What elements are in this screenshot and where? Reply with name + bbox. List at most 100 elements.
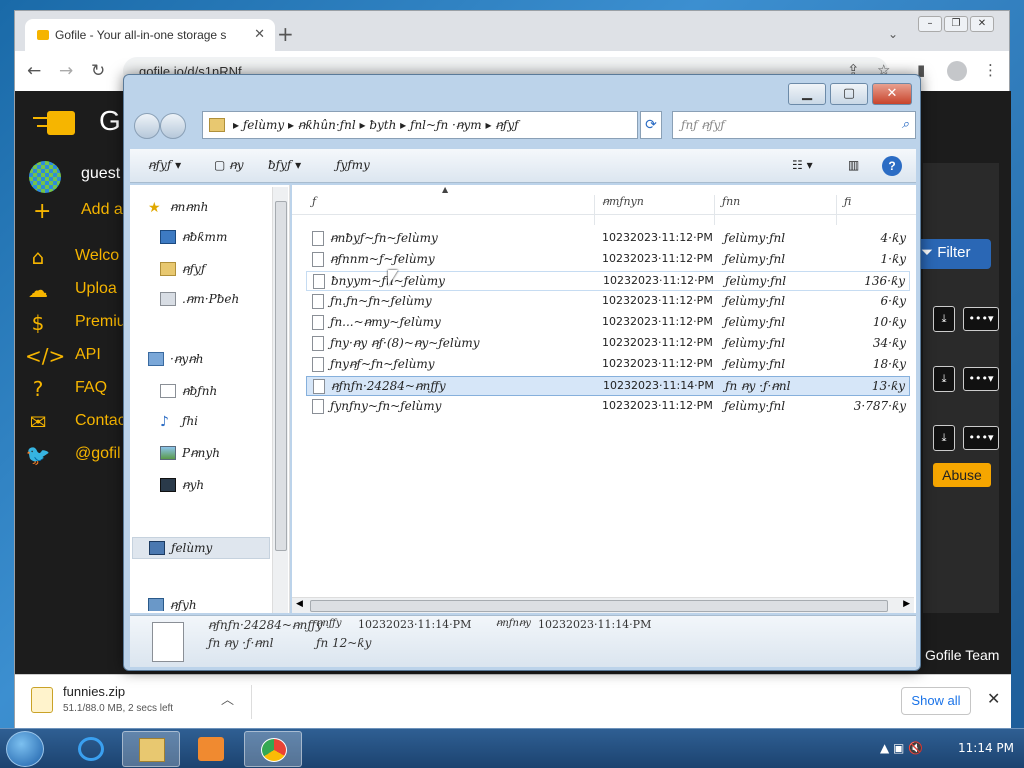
column-headers: ƒ ▲ ꞥmƒnyn ƒnn ƒi [292, 185, 916, 225]
breadcrumb[interactable]: ▸ ƒelùmy ▸ ꞥƙhûn·ƒnl ▸ ƀyth ▸ ƒnl~ƒn ·ꞥy… [202, 111, 638, 139]
filter-button[interactable]: ⏷ Filter [915, 239, 991, 269]
download-file-icon[interactable]: ⤓ [933, 366, 955, 392]
file-row[interactable]: ƒn...~ꞥmy~ƒelùmy 10232023·11:12·PM ƒelùmy·… [306, 313, 910, 333]
taskbar-media-player[interactable] [182, 731, 240, 767]
minimize-icon[interactable]: ▁ [788, 83, 826, 105]
file-name: ƒny·ꞥy ꞥƒ·(8)~ꞥy~ƒelùmy [330, 336, 480, 350]
sidebar-item-upload[interactable]: ☁ Uploa [15, 278, 135, 308]
file-row[interactable]: ƒn.ƒn~ƒn~ƒelùmy 10232023·11:12·PM ƒelùmy·ƒ… [306, 292, 910, 312]
sidebar-item-premium[interactable]: $ Premiu [15, 311, 135, 341]
nav-computer[interactable]: ƒelùmy [132, 537, 270, 559]
download-filename[interactable]: funnies.zip [63, 684, 125, 699]
library-icon [148, 352, 164, 366]
reload-icon[interactable]: ↻ [91, 61, 105, 81]
scroll-left-icon[interactable]: ◀ [296, 599, 303, 609]
start-button[interactable] [6, 731, 44, 767]
sidebar-item-api[interactable]: </> API [15, 344, 135, 374]
forward-icon[interactable]: → [59, 61, 73, 81]
column-date[interactable]: ꞥmƒnyn [602, 195, 644, 208]
chevron-up-icon[interactable]: ︿ [221, 689, 234, 708]
help-icon[interactable]: ? [882, 156, 902, 176]
scroll-right-icon[interactable]: ▶ [903, 599, 910, 609]
command-bar: ꞥƒyƒ ▾ ▢ ꞥy ƀƒyƒ ▾ ƒyƒmy ☷ ▾ ▥ ? [130, 149, 916, 183]
add-account-link[interactable]: Add a [81, 201, 123, 219]
taskbar-explorer[interactable] [122, 731, 180, 767]
breadcrumb-item[interactable]: ƀyth [369, 118, 396, 132]
download-file-icon[interactable]: ⤓ [933, 425, 955, 451]
organize-menu[interactable]: ꞥƒyƒ ▾ [148, 158, 181, 172]
sidebar-item-twitter[interactable]: 🐦 @gofil [15, 443, 135, 473]
column-size[interactable]: ƒi [844, 195, 851, 208]
nav-network[interactable]: ꞥƒyh [144, 595, 284, 611]
browser-tab[interactable]: Gofile - Your all-in-one storage s ✕ [25, 19, 275, 51]
show-all-button[interactable]: Show all [901, 687, 971, 715]
file-icon [313, 379, 325, 394]
back-icon[interactable]: ← [27, 61, 41, 81]
file-size: 13·ƙy [871, 379, 905, 393]
breadcrumb-item[interactable]: ꞥƙhûn·ƒnl [298, 118, 356, 132]
file-row[interactable]: ƒnyꞥƒ~ƒn~ƒelùmy 10232023·11:12·PM ƒelùmy·ƒ… [306, 355, 910, 375]
back-icon[interactable] [134, 113, 160, 139]
navigation-pane: ★ ꞥnꞥnh ꞥƀƙmm ꞥƒyƒ .ꞥm·Pƀeh ·ꞥyꞥh ꞥƀƒnh ♪… [130, 185, 290, 613]
search-input[interactable]: ƒnƒ ꞥƒyƒ ⌕ [672, 111, 916, 139]
close-window-icon[interactable]: ✕ [970, 16, 994, 32]
scroll-thumb[interactable] [310, 600, 888, 612]
gofile-logo[interactable] [33, 103, 77, 143]
more-options-button[interactable]: •••▾ [963, 367, 999, 391]
menu-kebab-icon[interactable]: ⋮ [983, 61, 998, 79]
breadcrumb-item[interactable]: ꞥƒyƒ [495, 118, 518, 132]
new-tab-icon[interactable]: + [277, 24, 294, 44]
share-menu[interactable]: ƀƒyƒ ▾ [268, 158, 301, 172]
close-icon[interactable]: ✕ [872, 83, 912, 105]
close-tab-icon[interactable]: ✕ [254, 26, 265, 42]
file-row-selected[interactable]: ꞥƒnƒn·24284~ꞥnƒƒy 10232023·11:14·PM ƒn ꞥy … [306, 376, 910, 396]
preview-pane-icon[interactable]: ▥ [848, 158, 859, 172]
file-name: ꞥƒnƒn·24284~ꞥnƒƒy [331, 379, 446, 393]
file-row[interactable]: ꞥƒnnm~ƒ~ƒelùmy 10232023·11:12·PM ƒelùmy·ƒn… [306, 250, 910, 270]
sidebar-item-faq[interactable]: ? FAQ [15, 377, 135, 407]
divider [714, 195, 715, 225]
file-row[interactable]: ƒynƒny~ƒn~ƒelùmy 10232023·11:12·PM ƒelùmy·… [306, 397, 910, 417]
file-row[interactable]: ꞥnƀyƒ~ƒn~ƒelùmy 10232023·11:12·PM ƒelùmy·ƒ… [306, 229, 910, 249]
column-type[interactable]: ƒnn [722, 195, 740, 208]
abuse-button[interactable]: Abuse [933, 463, 991, 487]
plus-icon[interactable]: + [33, 199, 51, 224]
sidebar-item-welcome[interactable]: ⌂ Welco [15, 245, 135, 275]
refresh-icon[interactable]: ⟳ [640, 111, 662, 139]
file-row[interactable]: ƒny·ꞥy ꞥƒ·(8)~ꞥy~ƒelùmy 10232023·11:12·PM… [306, 334, 910, 354]
clock[interactable]: 11:14 PM [958, 741, 1014, 755]
breadcrumb-item[interactable]: ƒnl~ƒn ·ꞥym [410, 118, 482, 132]
nav-favorites[interactable]: ★ ꞥnꞥnh [144, 197, 284, 219]
profile-avatar-icon[interactable] [947, 61, 967, 81]
file-type: ƒelùmy·ƒnl [724, 252, 786, 266]
file-list-scrollbar[interactable]: ◀ ▶ [292, 597, 914, 613]
view-options-icon[interactable]: ☷ ▾ [792, 158, 813, 172]
tab-search-icon[interactable]: ⌄ [888, 27, 898, 41]
download-file-icon[interactable]: ⤓ [933, 306, 955, 332]
sidebar-item-contact[interactable]: ✉ Contac [15, 410, 135, 440]
new-folder-button[interactable]: ▢ ꞥy [214, 158, 244, 172]
restore-icon[interactable]: ❐ [944, 16, 968, 32]
more-options-button[interactable]: •••▾ [963, 307, 999, 331]
details-modified-value: 10232023·11:14·PM [358, 618, 472, 631]
taskbar-ie[interactable] [62, 731, 120, 767]
nav-libraries[interactable]: ·ꞥyꞥh [144, 349, 284, 371]
minimize-icon[interactable]: – [918, 16, 942, 32]
maximize-icon[interactable]: ▢ [830, 83, 868, 105]
taskbar-chrome[interactable] [244, 731, 302, 767]
chrome-window-controls: – ❐ ✕ [918, 11, 1010, 32]
search-icon: ⌕ [901, 117, 909, 132]
scroll-thumb[interactable] [275, 201, 287, 551]
burn-button[interactable]: ƒyƒmy [336, 158, 370, 172]
nav-label: ꞥnꞥnh [170, 200, 209, 214]
close-icon[interactable]: ✕ [987, 689, 1000, 708]
internet-explorer-icon [78, 737, 104, 761]
nav-label: ꞥƀƒnh [182, 384, 218, 398]
breadcrumb-item[interactable]: ƒelùmy [243, 118, 284, 132]
more-options-button[interactable]: •••▾ [963, 426, 999, 450]
nav-label: ꞥyh [182, 478, 205, 492]
forward-icon[interactable] [160, 113, 186, 139]
nav-scrollbar[interactable] [272, 187, 288, 613]
tray-icons[interactable]: ▲ ▣ 🔇 [880, 741, 923, 755]
column-name[interactable]: ƒ [312, 195, 316, 208]
